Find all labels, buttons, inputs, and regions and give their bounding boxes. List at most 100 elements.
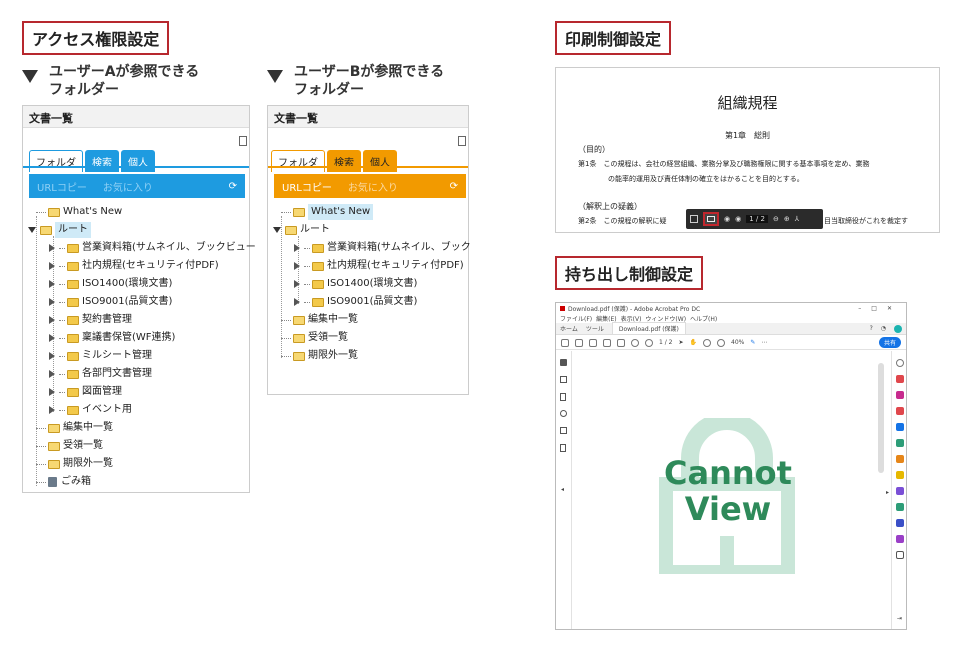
certificate-icon[interactable] — [896, 535, 904, 543]
zoom-out-icon[interactable] — [703, 338, 711, 347]
scan-icon[interactable] — [896, 503, 904, 511]
collapse-panel-icon[interactable]: ⇥ — [897, 615, 902, 622]
window-controls[interactable]: –□✕ — [858, 305, 902, 312]
page-indicator[interactable]: 1 / 2 — [659, 339, 672, 346]
refresh-icon[interactable]: ⟳ — [229, 181, 237, 192]
avatar[interactable] — [894, 324, 902, 333]
zoom-out-icon[interactable]: ⊖ — [773, 215, 779, 223]
page-down-icon[interactable] — [645, 338, 653, 347]
tree-folder[interactable]: ミルシート管理 — [49, 348, 152, 364]
tree-item-root[interactable]: ルート — [273, 222, 330, 238]
organize-icon[interactable] — [896, 407, 904, 415]
tree-item-root[interactable]: ルート — [28, 222, 91, 238]
tab-folder[interactable]: フォルダ — [271, 150, 325, 172]
bookmark-icon[interactable] — [560, 393, 566, 401]
share-button[interactable]: 共有 — [878, 337, 901, 348]
mail-icon[interactable] — [603, 338, 611, 347]
attachment-icon[interactable] — [560, 410, 567, 417]
tree-folder[interactable]: 契約書管理 — [49, 312, 132, 328]
expand-left-icon[interactable]: ◂ — [561, 486, 564, 493]
page-up-icon[interactable] — [631, 338, 639, 347]
save-icon[interactable] — [561, 338, 569, 347]
more-icon[interactable]: ⋯ — [761, 339, 767, 346]
cursor-icon[interactable]: ➤ — [678, 339, 683, 346]
favorite-button[interactable]: お気に入り — [348, 179, 398, 194]
fill-sign-icon[interactable] — [896, 487, 904, 495]
expand-right-icon[interactable]: ▸ — [886, 489, 889, 496]
tree-item-trash[interactable]: ごみ箱 — [36, 474, 91, 490]
pages-icon[interactable] — [560, 376, 567, 383]
hand-icon[interactable]: ✋ — [690, 339, 697, 346]
menu-help[interactable]: ヘルプ(H) — [690, 314, 717, 323]
tree-folder[interactable]: ISO9001(品質文書) — [294, 294, 417, 310]
zoom-in-icon[interactable] — [717, 338, 725, 347]
tab-folder[interactable]: フォルダ — [29, 150, 83, 172]
refresh-icon[interactable]: ⟳ — [450, 181, 458, 192]
create-pdf-icon[interactable] — [896, 375, 904, 383]
url-copy-button[interactable]: URLコピー — [37, 179, 87, 194]
tree-item-editing[interactable]: 編集中一覧 — [281, 312, 358, 328]
tree-folder[interactable]: 営業資料箱(サムネイル、ブック — [294, 240, 471, 256]
zoom-tool-icon[interactable] — [896, 359, 904, 367]
tree-item-receiving[interactable]: 受領一覧 — [281, 330, 348, 346]
tree-folder[interactable]: 各部門文書管理 — [49, 366, 152, 382]
tree-folder[interactable]: イベント用 — [49, 402, 132, 418]
page-up-icon[interactable]: ◉ — [724, 215, 730, 223]
tab-personal[interactable]: 個人 — [363, 150, 397, 172]
collapse-icon[interactable] — [239, 136, 247, 146]
article2-text: 第2条 この規程の解釈に疑 — [578, 217, 667, 225]
note-icon[interactable] — [896, 471, 904, 479]
tree-folder[interactable]: 社内規程(セキュリティ付PDF) — [49, 258, 219, 274]
expand-icon[interactable] — [28, 227, 36, 233]
zoom-in-icon[interactable]: ⊕ — [784, 215, 790, 223]
tree-item-editing[interactable]: 編集中一覧 — [36, 420, 113, 436]
tree-item-whatsnew[interactable]: What's New — [281, 204, 374, 220]
protect-icon[interactable] — [896, 519, 904, 527]
upload-icon[interactable] — [575, 338, 583, 347]
bell-icon[interactable]: ◔ — [881, 325, 886, 332]
tab-home[interactable]: ホーム — [560, 324, 578, 333]
comment-icon[interactable] — [896, 455, 904, 463]
tree-folder[interactable]: 営業資料箱(サムネイル、ブックビュー — [49, 240, 256, 256]
collapse-icon[interactable] — [458, 136, 466, 146]
print-icon[interactable] — [589, 338, 597, 347]
tree-item-expired[interactable]: 期限外一覧 — [281, 348, 358, 364]
tree-folder[interactable]: ISO1400(環境文書) — [49, 276, 172, 292]
search-icon[interactable] — [617, 338, 625, 347]
help-icon[interactable]: ? — [870, 325, 873, 332]
folder-edit-icon — [48, 423, 60, 433]
lock-icon[interactable] — [560, 359, 567, 366]
tree-folder[interactable]: 図面管理 — [49, 384, 122, 400]
page-down-icon[interactable]: ◉ — [735, 215, 741, 223]
markup-icon[interactable]: ✎ — [750, 339, 755, 346]
page-indicator[interactable]: 1 / 2 — [746, 215, 768, 223]
scrollbar[interactable] — [878, 363, 884, 473]
export-icon[interactable] — [896, 423, 904, 431]
tree-item-expired[interactable]: 期限外一覧 — [36, 456, 113, 472]
tree-folder[interactable]: ISO9001(品質文書) — [49, 294, 172, 310]
favorite-button[interactable]: お気に入り — [103, 179, 153, 194]
save-icon[interactable] — [690, 215, 698, 223]
layers-icon[interactable] — [560, 427, 567, 434]
menu-file[interactable]: ファイル(F) — [560, 314, 592, 323]
combine-icon[interactable] — [896, 391, 904, 399]
tab-personal[interactable]: 個人 — [121, 150, 155, 172]
tab-search[interactable]: 検索 — [327, 150, 361, 172]
print-button[interactable] — [703, 212, 719, 226]
more-tools-icon[interactable] — [896, 551, 904, 559]
tab-document[interactable]: Download.pdf (保護) — [611, 322, 686, 335]
zoom-level[interactable]: 40% — [731, 339, 744, 346]
expand-icon[interactable] — [273, 227, 281, 233]
acrobat-icon[interactable]: ⅄ — [795, 215, 799, 223]
tree-folder[interactable]: ISO1400(環境文書) — [294, 276, 417, 292]
tab-search[interactable]: 検索 — [85, 150, 119, 172]
url-copy-button[interactable]: URLコピー — [282, 179, 332, 194]
edit-pdf-icon[interactable] — [896, 439, 904, 447]
tree-item-receiving[interactable]: 受領一覧 — [36, 438, 103, 454]
tab-tools[interactable]: ツール — [586, 324, 604, 333]
document-icon[interactable] — [560, 444, 566, 452]
tree-item-whatsnew[interactable]: What's New — [36, 204, 122, 220]
user-b-document-panel: 文書一覧 フォルダ 検索 個人 URLコピー お気に入り ⟳ What's Ne… — [267, 105, 471, 395]
tree-folder[interactable]: 稟議書保管(WF連携) — [49, 330, 175, 346]
tree-folder[interactable]: 社内規程(セキュリティ付PDF) — [294, 258, 464, 274]
